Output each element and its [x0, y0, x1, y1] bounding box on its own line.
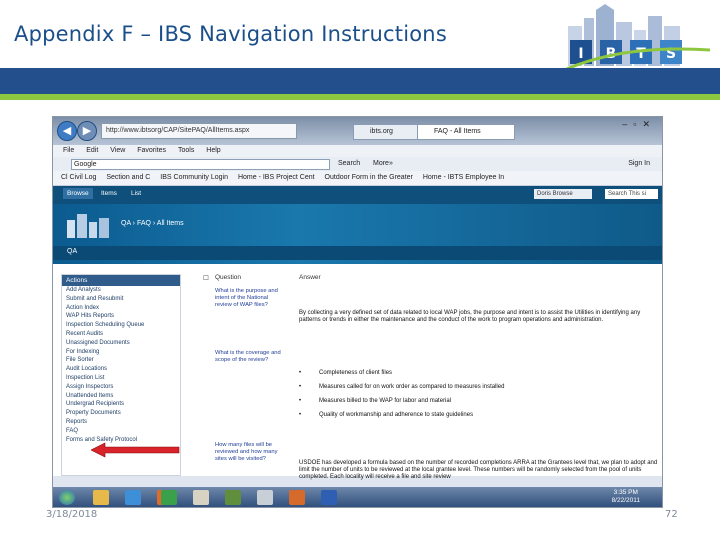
- nav-item[interactable]: Recent Audits: [62, 330, 180, 339]
- forward-icon[interactable]: ▶: [77, 121, 97, 141]
- slide-date: 3/18/2018: [46, 509, 98, 520]
- nav-item[interactable]: Inspection Scheduling Queue: [62, 321, 180, 330]
- menu-view[interactable]: View: [110, 147, 125, 154]
- question-link[interactable]: How many files will be reviewed and how …: [215, 442, 285, 463]
- menu-favorites[interactable]: Favorites: [137, 147, 166, 154]
- windows-taskbar: 3:35 PM 8/22/2011: [53, 487, 662, 507]
- word-icon[interactable]: [321, 490, 337, 505]
- question-column-header[interactable]: Question: [215, 274, 241, 281]
- tab-list[interactable]: List: [131, 190, 141, 197]
- answer-text: By collecting a very defined set of data…: [299, 310, 641, 324]
- address-bar[interactable]: http://www.ibtsorg/CAP/SitePAQ/AllItems.…: [101, 123, 297, 139]
- menu-edit[interactable]: Edit: [86, 147, 98, 154]
- browser-titlebar: ◀ ▶ http://www.ibtsorg/CAP/SitePAQ/AllIt…: [53, 117, 662, 145]
- nav-header: Actions: [62, 275, 180, 286]
- nav-item[interactable]: Audit Locations: [62, 365, 180, 374]
- answer-text: USDOE has developed a formula based on t…: [299, 460, 658, 481]
- slide-page-number: 72: [665, 509, 678, 520]
- nav-item[interactable]: For Indexing: [62, 348, 180, 357]
- favorite-item[interactable]: Home - IBTS Employee In: [423, 174, 504, 181]
- checkbox-column[interactable]: ☐: [203, 274, 209, 282]
- nav-item[interactable]: Submit and Resubmit: [62, 295, 180, 304]
- ibts-logo: I B T S: [560, 4, 711, 74]
- site-search-input[interactable]: Search This si: [605, 189, 658, 199]
- favorite-item[interactable]: Section and C: [106, 174, 150, 181]
- red-arrow-icon: [91, 442, 180, 458]
- qa-link[interactable]: QA: [67, 248, 77, 255]
- nav-item[interactable]: Undergrad Recipients: [62, 400, 180, 409]
- answer-column-header[interactable]: Answer: [299, 274, 321, 281]
- folder-icon[interactable]: [93, 490, 109, 505]
- sharepoint-page: Browse Items List Doris Browse Search Th…: [53, 186, 662, 480]
- nav-item-faq[interactable]: FAQ: [62, 427, 180, 436]
- breadcrumb[interactable]: QA › FAQ › All Items: [121, 220, 184, 227]
- menu-file[interactable]: File: [63, 147, 74, 154]
- tab-faq[interactable]: FAQ - All Items: [417, 124, 515, 140]
- start-icon[interactable]: [59, 490, 75, 505]
- clock-time: 3:35 PM: [613, 489, 638, 496]
- slide-title: Appendix F – IBS Navigation Instructions: [14, 22, 447, 46]
- answer-bullet: • Measures called for on work order as co…: [299, 384, 505, 390]
- nav-item[interactable]: Assign Inspectors: [62, 383, 180, 392]
- window-controls[interactable]: –▫✕: [622, 119, 656, 130]
- favorite-item[interactable]: IBS Community Login: [160, 174, 228, 181]
- menu-bar: File Edit View Favorites Tools Help: [53, 145, 662, 157]
- clock-date: 8/22/2011: [611, 497, 640, 504]
- tab-browse[interactable]: Browse: [63, 188, 93, 199]
- ribbon-bar: Browse Items List Doris Browse Search Th…: [53, 186, 662, 204]
- browser-icon[interactable]: [125, 490, 141, 505]
- back-icon[interactable]: ◀: [57, 121, 77, 141]
- answer-bullet: • Quality of workmanship and adherence to…: [299, 412, 474, 418]
- app-icon[interactable]: [193, 490, 209, 505]
- header-green-band: [0, 94, 720, 100]
- nav-item[interactable]: Action Index: [62, 304, 180, 313]
- user-dropdown[interactable]: Doris Browse: [534, 189, 592, 199]
- nav-item[interactable]: Inspection List: [62, 374, 180, 383]
- qa-bar: QA: [53, 246, 662, 260]
- menu-tools[interactable]: Tools: [178, 147, 194, 154]
- answer-bullet: • Completeness of client files: [299, 370, 393, 376]
- nav-item[interactable]: WAP Hits Reports: [62, 312, 180, 321]
- logo-letter: T: [636, 46, 646, 62]
- favorite-item[interactable]: Outdoor Form in the Greater: [325, 174, 413, 181]
- nav-item[interactable]: Unassigned Documents: [62, 339, 180, 348]
- tab-items[interactable]: Items: [101, 190, 117, 197]
- favorite-item[interactable]: Home - IBS Project Cent: [238, 174, 315, 181]
- google-toolbar: Google Search More» Sign In: [53, 157, 662, 172]
- nav-item[interactable]: Reports: [62, 418, 180, 427]
- logo-letter: I: [578, 46, 583, 62]
- powerpoint-icon[interactable]: [289, 490, 305, 505]
- google-search-input[interactable]: Google: [71, 159, 330, 170]
- favorite-item[interactable]: Cl Civil Log: [61, 174, 96, 181]
- search-button[interactable]: Search: [338, 160, 360, 167]
- nav-item[interactable]: File Sorter: [62, 356, 180, 365]
- site-logo-icon: [67, 214, 109, 238]
- system-clock: 3:35 PM 8/22/2011: [612, 489, 640, 505]
- nav-item[interactable]: Unattended Items: [62, 392, 180, 401]
- menu-help[interactable]: Help: [206, 147, 220, 154]
- question-link[interactable]: What is the coverage and scope of the re…: [215, 350, 285, 364]
- favorites-bar: Cl Civil Log Section and C IBS Community…: [53, 171, 662, 186]
- more-button[interactable]: More»: [373, 160, 393, 167]
- nav-item[interactable]: Property Documents: [62, 409, 180, 418]
- answer-bullet: • Measures billed to the WAP for labor an…: [299, 398, 452, 404]
- calculator-icon[interactable]: [257, 490, 273, 505]
- publisher-icon[interactable]: [161, 490, 177, 505]
- sign-in-link[interactable]: Sign In: [628, 160, 650, 167]
- excel-icon[interactable]: [225, 490, 241, 505]
- nav-item[interactable]: Add Analysts: [62, 286, 180, 295]
- header-blue-band: [0, 68, 720, 94]
- browser-screenshot: ◀ ▶ http://www.ibtsorg/CAP/SitePAQ/AllIt…: [52, 116, 663, 508]
- question-link[interactable]: What is the purpose and intent of the Na…: [215, 288, 285, 309]
